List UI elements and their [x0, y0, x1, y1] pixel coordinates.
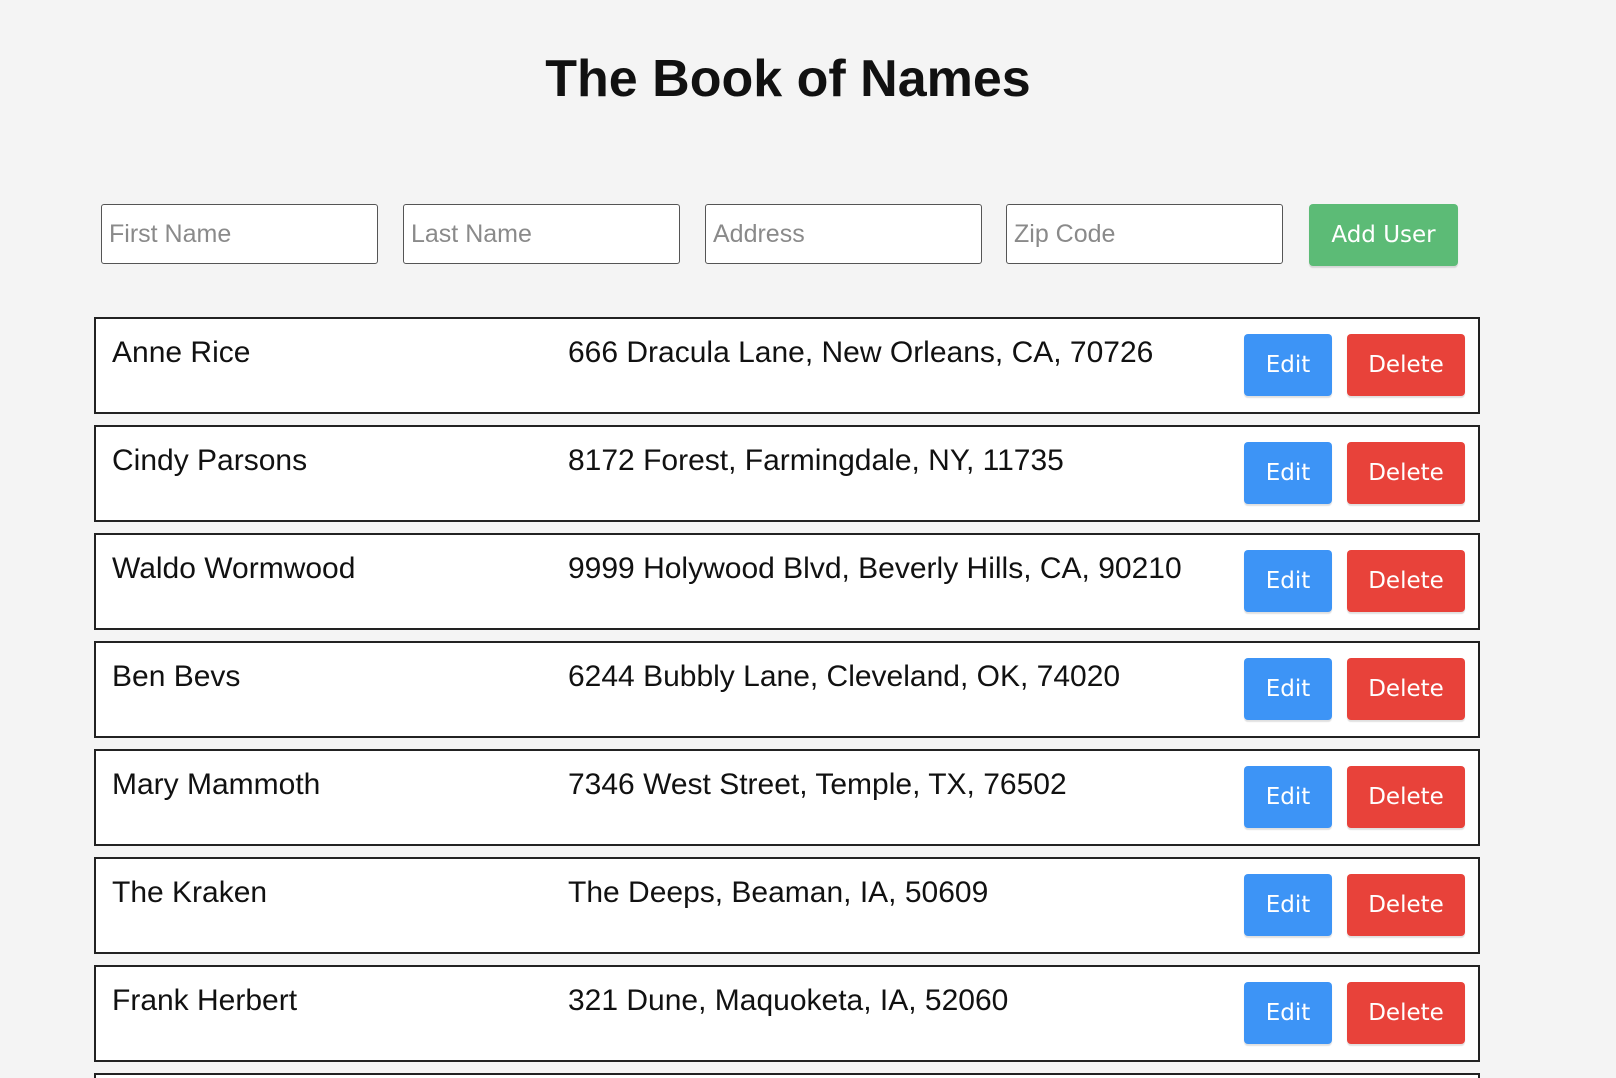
user-name: The Kraken: [112, 876, 268, 909]
add-user-button[interactable]: Add User: [1309, 204, 1458, 266]
user-address: 6244 Bubbly Lane, Cleveland, OK, 74020: [568, 660, 1121, 693]
user-row: Frank Herbert 321 Dune, Maquoketa, IA, 5…: [94, 965, 1480, 1062]
user-row: Waldo Wormwood 9999 Holywood Blvd, Bever…: [94, 533, 1480, 630]
user-address: 321 Dune, Maquoketa, IA, 52060: [568, 984, 1009, 1017]
delete-button[interactable]: Delete: [1347, 550, 1465, 612]
user-name: Waldo Wormwood: [112, 552, 356, 585]
user-address: The Deeps, Beaman, IA, 50609: [568, 876, 989, 909]
delete-button[interactable]: Delete: [1347, 982, 1465, 1044]
user-name: Ben Bevs: [112, 660, 241, 693]
delete-button[interactable]: Delete: [1347, 442, 1465, 504]
user-list: Anne Rice 666 Dracula Lane, New Orleans,…: [94, 317, 1480, 1078]
user-row: Cindy Parsons 8172 Forest, Farmingdale, …: [94, 425, 1480, 522]
user-row-partial: [94, 1073, 1480, 1078]
delete-button[interactable]: Delete: [1347, 658, 1465, 720]
user-name: Frank Herbert: [112, 984, 298, 1017]
first-name-input[interactable]: [101, 204, 378, 264]
page-title: The Book of Names: [545, 50, 1031, 108]
user-name: Cindy Parsons: [112, 444, 308, 477]
delete-button[interactable]: Delete: [1347, 334, 1465, 396]
user-name: Mary Mammoth: [112, 768, 321, 801]
user-row: Ben Bevs 6244 Bubbly Lane, Cleveland, OK…: [94, 641, 1480, 738]
address-input[interactable]: [705, 204, 982, 264]
zip-code-input[interactable]: [1006, 204, 1283, 264]
user-address: 7346 West Street, Temple, TX, 76502: [568, 768, 1067, 801]
edit-button[interactable]: Edit: [1244, 550, 1332, 612]
delete-button[interactable]: Delete: [1347, 874, 1465, 936]
user-row: The Kraken The Deeps, Beaman, IA, 50609 …: [94, 857, 1480, 954]
edit-button[interactable]: Edit: [1244, 442, 1332, 504]
user-name: Anne Rice: [112, 336, 251, 369]
edit-button[interactable]: Edit: [1244, 334, 1332, 396]
user-address: 9999 Holywood Blvd, Beverly Hills, CA, 9…: [568, 552, 1182, 585]
user-row: Anne Rice 666 Dracula Lane, New Orleans,…: [94, 317, 1480, 414]
last-name-input[interactable]: [403, 204, 680, 264]
user-row: Mary Mammoth 7346 West Street, Temple, T…: [94, 749, 1480, 846]
delete-button[interactable]: Delete: [1347, 766, 1465, 828]
app-page: The Book of Names Add User Anne Rice 666…: [0, 0, 1616, 1078]
user-address: 8172 Forest, Farmingdale, NY, 11735: [568, 444, 1064, 477]
edit-button[interactable]: Edit: [1244, 982, 1332, 1044]
edit-button[interactable]: Edit: [1244, 766, 1332, 828]
edit-button[interactable]: Edit: [1244, 874, 1332, 936]
user-address: 666 Dracula Lane, New Orleans, CA, 70726: [568, 336, 1154, 369]
edit-button[interactable]: Edit: [1244, 658, 1332, 720]
